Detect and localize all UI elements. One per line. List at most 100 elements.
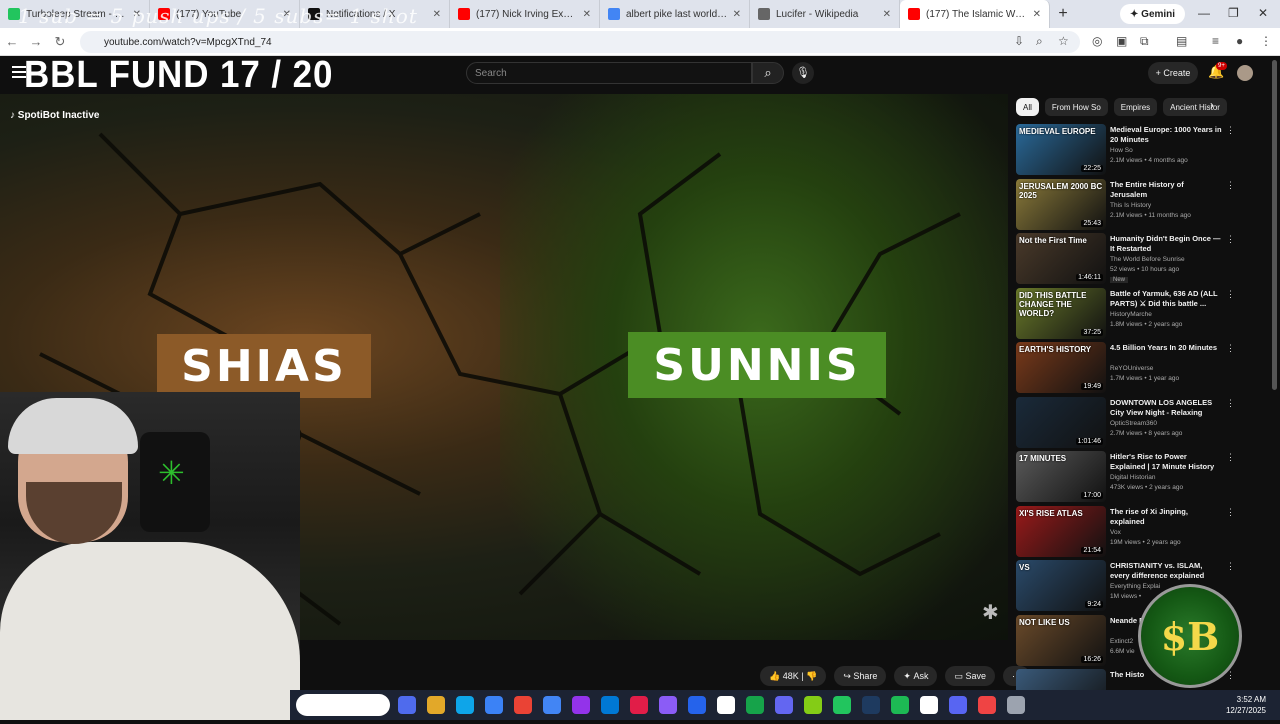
share-button[interactable]: ↪ Share [834, 666, 887, 686]
recommendation-item[interactable]: Not the First Time 1:46:11 Humanity Didn't… [1016, 233, 1266, 288]
taskbar-app-icon[interactable] [659, 696, 677, 714]
channel-name[interactable]: HistoryMarche [1110, 311, 1152, 318]
scrollbar[interactable] [1272, 60, 1277, 390]
taskbar-app-icon[interactable] [572, 696, 590, 714]
ask-button[interactable]: ✦ Ask [894, 666, 938, 686]
taskbar-search-input[interactable] [296, 694, 390, 716]
more-options-icon[interactable]: ⋮ [1226, 125, 1235, 136]
video-thumbnail[interactable]: NOT LIKE US 16:26 [1016, 614, 1106, 666]
chevron-right-icon[interactable]: › [1210, 98, 1214, 112]
url-field[interactable]: youtube.com/watch?v=MpcgXTnd_74 [80, 31, 1080, 53]
extension-icon-2[interactable]: ▣ [1116, 34, 1127, 48]
recommendation-item[interactable]: MEDIEVAL EUROPE 22:25 Medieval Europe: 100… [1016, 124, 1266, 179]
more-options-icon[interactable]: ⋮ [1226, 398, 1235, 409]
save-button[interactable]: ▭ Save [945, 666, 996, 686]
video-thumbnail[interactable]: 1:01:46 [1016, 396, 1106, 448]
recommendation-item[interactable]: 1:01:46 DOWNTOWN LOS ANGELES City View Ni… [1016, 396, 1266, 452]
channel-name[interactable]: The World Before Sunrise [1110, 256, 1185, 263]
video-title[interactable]: The Entire History of Jerusalem [1110, 180, 1222, 200]
more-options-icon[interactable]: ⋮ [1226, 180, 1235, 191]
more-options-icon[interactable]: ⋮ [1226, 561, 1235, 572]
tab-close-icon[interactable]: ✕ [733, 9, 741, 20]
minimize-icon[interactable]: — [1198, 6, 1210, 20]
search-input[interactable]: Search [466, 62, 752, 84]
taskbar-clock[interactable]: 3:52 AM 12/27/2025 [1226, 694, 1266, 716]
taskbar-app-icon[interactable] [630, 696, 648, 714]
video-title[interactable]: DOWNTOWN LOS ANGELES City View Night - R… [1110, 398, 1222, 418]
zoom-icon[interactable]: ⌕ [1036, 34, 1043, 49]
channel-name[interactable]: Digital Historian [1110, 474, 1156, 481]
sidepanel-icon[interactable]: ▤ [1176, 34, 1187, 48]
filter-chip[interactable]: Empires [1113, 98, 1158, 116]
browser-tab[interactable]: Lucifer - Wikipedia ✕ [750, 0, 900, 28]
taskbar-app-icon[interactable] [746, 696, 764, 714]
like-button[interactable]: 👍 48K | 👎 [760, 666, 827, 686]
channel-name[interactable]: Extinct2 [1110, 638, 1133, 645]
close-window-icon[interactable]: ✕ [1258, 6, 1268, 20]
video-thumbnail[interactable]: 17 MINUTES 17:00 [1016, 451, 1106, 502]
video-title[interactable]: Medieval Europe: 1000 Years in 20 Minute… [1110, 125, 1222, 145]
filter-chip[interactable]: All [1016, 98, 1039, 116]
taskbar-app-icon[interactable] [456, 696, 474, 714]
filter-chip[interactable]: From How So [1044, 98, 1108, 116]
video-thumbnail[interactable]: JERUSALEM 2000 BC 2025 25:43 [1016, 178, 1106, 230]
browser-tab[interactable]: (177) The Islamic World: ✕ [900, 0, 1050, 28]
taskbar-app-icon[interactable] [688, 696, 706, 714]
taskbar-app-icon[interactable] [601, 696, 619, 714]
taskbar-app-icon[interactable] [1007, 696, 1025, 714]
taskbar-app-icon[interactable] [949, 696, 967, 714]
channel-name[interactable]: Vox [1110, 529, 1121, 536]
search-button[interactable]: ⌕ [752, 62, 784, 84]
channel-name[interactable]: This Is History [1110, 202, 1151, 209]
recommendation-item[interactable]: EARTH'S HISTORY 19:49 4.5 Billion Years In… [1016, 342, 1266, 397]
channel-name[interactable]: Everything Explai [1110, 583, 1160, 590]
channel-name[interactable]: ReYOUniverse [1110, 365, 1153, 372]
video-thumbnail[interactable]: XI'S RISE ATLAS 21:54 [1016, 505, 1106, 557]
more-options-icon[interactable]: ⋮ [1226, 343, 1235, 354]
media-icon[interactable]: ≡ [1212, 34, 1219, 48]
taskbar-app-icon[interactable] [775, 696, 793, 714]
video-title[interactable]: Hitler's Rise to Power Explained | 17 Mi… [1110, 452, 1222, 472]
video-thumbnail[interactable]: Not the First Time 1:46:11 [1016, 233, 1106, 284]
tab-close-icon[interactable]: ✕ [1033, 9, 1041, 20]
tab-close-icon[interactable]: ✕ [883, 9, 891, 20]
tab-close-icon[interactable]: ✕ [583, 9, 591, 20]
browser-tab[interactable]: albert pike last world war - G ✕ [600, 0, 750, 28]
create-button[interactable]: + Create [1148, 62, 1198, 84]
tab-close-icon[interactable]: ✕ [433, 9, 441, 20]
more-options-icon[interactable]: ⋮ [1226, 452, 1235, 463]
taskbar-app-icon[interactable] [717, 696, 735, 714]
video-thumbnail[interactable]: MEDIEVAL EUROPE 22:25 [1016, 124, 1106, 175]
video-thumbnail[interactable]: EARTH'S HISTORY 19:49 [1016, 342, 1106, 393]
recommendation-item[interactable]: JERUSALEM 2000 BC 2025 25:43 The Entire Hi… [1016, 178, 1266, 234]
browser-tab[interactable]: (177) Nick Irving Explains Ho ✕ [450, 0, 600, 28]
taskbar-app-icon[interactable] [398, 696, 416, 714]
forward-icon[interactable]: → [24, 34, 48, 49]
reload-icon[interactable]: ↻ [48, 34, 72, 50]
taskbar-app-icon[interactable] [485, 696, 503, 714]
taskbar-app-icon[interactable] [543, 696, 561, 714]
thumbs-down-icon[interactable]: 👎 [806, 671, 817, 682]
back-icon[interactable]: ← [0, 34, 24, 49]
filter-chip[interactable]: Ancient Histor [1163, 98, 1227, 116]
extension-icon[interactable]: ◎ [1092, 34, 1102, 48]
taskbar-app-icon[interactable] [514, 696, 532, 714]
channel-name[interactable]: OpticStream360 [1110, 420, 1157, 427]
profile-icon[interactable]: ● [1236, 34, 1243, 48]
video-title[interactable]: 4.5 Billion Years In 20 Minutes [1110, 343, 1222, 353]
video-title[interactable]: CHRISTIANITY vs. ISLAM, every difference… [1110, 561, 1222, 581]
taskbar-app-icon[interactable] [891, 696, 909, 714]
channel-name[interactable]: How So [1110, 147, 1133, 154]
puzzle-icon[interactable]: ⧉ [1140, 34, 1149, 49]
taskbar-app-icon[interactable] [804, 696, 822, 714]
video-title[interactable]: Humanity Didn't Begin Once — It Restarte… [1110, 234, 1222, 254]
taskbar-app-icon[interactable] [978, 696, 996, 714]
more-options-icon[interactable]: ⋮ [1226, 289, 1235, 300]
video-thumbnail[interactable]: VS 9:24 [1016, 560, 1106, 611]
recommendation-item[interactable]: XI'S RISE ATLAS 21:54 The rise of Xi Jinpi… [1016, 505, 1266, 561]
autoplay-icon[interactable]: ✱ [982, 600, 999, 625]
recommendation-item[interactable]: DID THIS BATTLE CHANGE THE WORLD? 37:25 Ba… [1016, 287, 1266, 343]
video-title[interactable]: The rise of Xi Jinping, explained [1110, 507, 1222, 527]
more-options-icon[interactable]: ⋮ [1226, 507, 1235, 518]
taskbar-app-icon[interactable] [862, 696, 880, 714]
